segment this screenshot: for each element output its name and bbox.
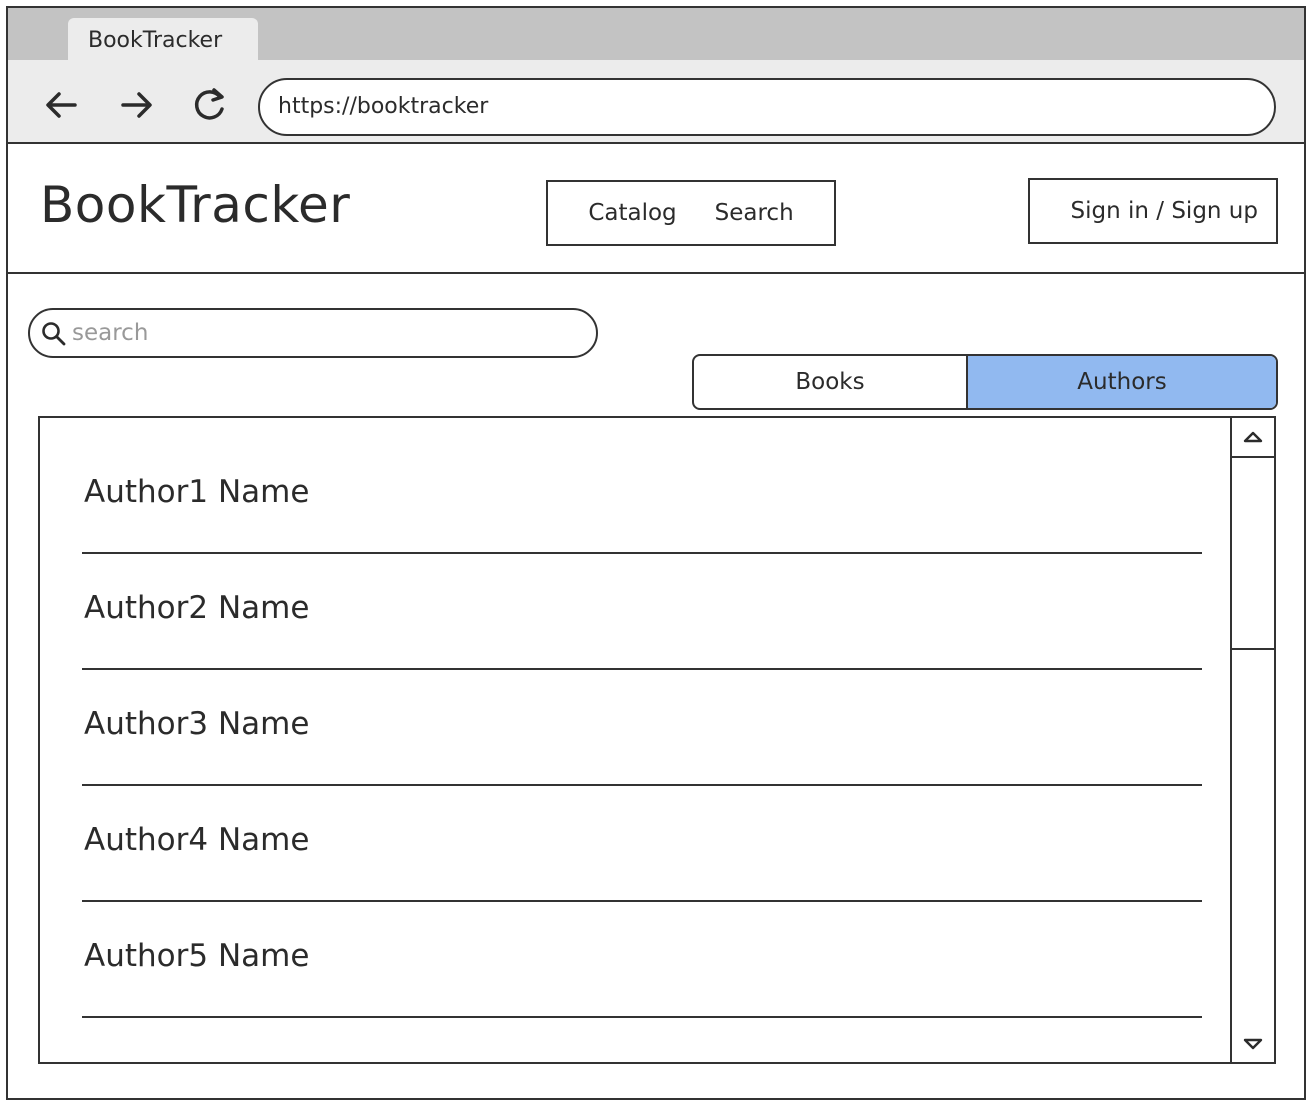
address-bar[interactable]: https://booktracker [258, 78, 1276, 136]
author-name: Author2 Name [84, 590, 310, 626]
scrollbar-thumb[interactable] [1232, 458, 1274, 650]
author-name: Author1 Name [84, 474, 310, 510]
forward-arrow-icon[interactable] [114, 82, 160, 128]
nav-search-link[interactable]: Search [715, 200, 794, 226]
scroll-down-icon[interactable] [1232, 1026, 1274, 1062]
list-item[interactable]: Author4 Name [82, 786, 1202, 902]
author-name: Author3 Name [84, 706, 310, 742]
sign-in-sign-up-button[interactable]: Sign in / Sign up [1028, 178, 1278, 244]
back-arrow-icon[interactable] [38, 82, 84, 128]
app-title: BookTracker [40, 176, 351, 234]
search-input[interactable] [70, 314, 570, 352]
tab-authors[interactable]: Authors [968, 356, 1276, 408]
vertical-scrollbar[interactable] [1230, 418, 1274, 1062]
browser-tab-title: BookTracker [88, 28, 223, 53]
list-item[interactable]: Author3 Name [82, 670, 1202, 786]
app-header: BookTracker Catalog Search Sign in / Sig… [8, 144, 1304, 274]
browser-window: BookTracker https://booktracker BookTrac… [6, 6, 1306, 1100]
authors-list: Author1 Name Author2 Name Author3 Name A… [40, 418, 1230, 1062]
tab-books[interactable]: Books [694, 356, 968, 408]
nav-catalog-link[interactable]: Catalog [588, 200, 676, 226]
search-icon [42, 322, 66, 346]
main-nav: Catalog Search [546, 180, 836, 246]
view-toggle: Books Authors [692, 354, 1278, 410]
search-box[interactable] [28, 308, 598, 358]
browser-tab[interactable]: BookTracker [68, 18, 258, 62]
browser-toolbar: https://booktracker [8, 60, 1304, 144]
url-text: https://booktracker [278, 94, 489, 119]
reload-icon[interactable] [186, 82, 232, 128]
authors-list-panel: Author1 Name Author2 Name Author3 Name A… [38, 416, 1276, 1064]
list-item[interactable]: Author2 Name [82, 554, 1202, 670]
scroll-up-icon[interactable] [1232, 418, 1274, 458]
list-item[interactable]: Author1 Name [82, 438, 1202, 554]
author-name: Author4 Name [84, 822, 310, 858]
browser-tab-strip: BookTracker [8, 8, 1304, 62]
list-item[interactable]: Author5 Name [82, 902, 1202, 1018]
author-name: Author5 Name [84, 938, 310, 974]
